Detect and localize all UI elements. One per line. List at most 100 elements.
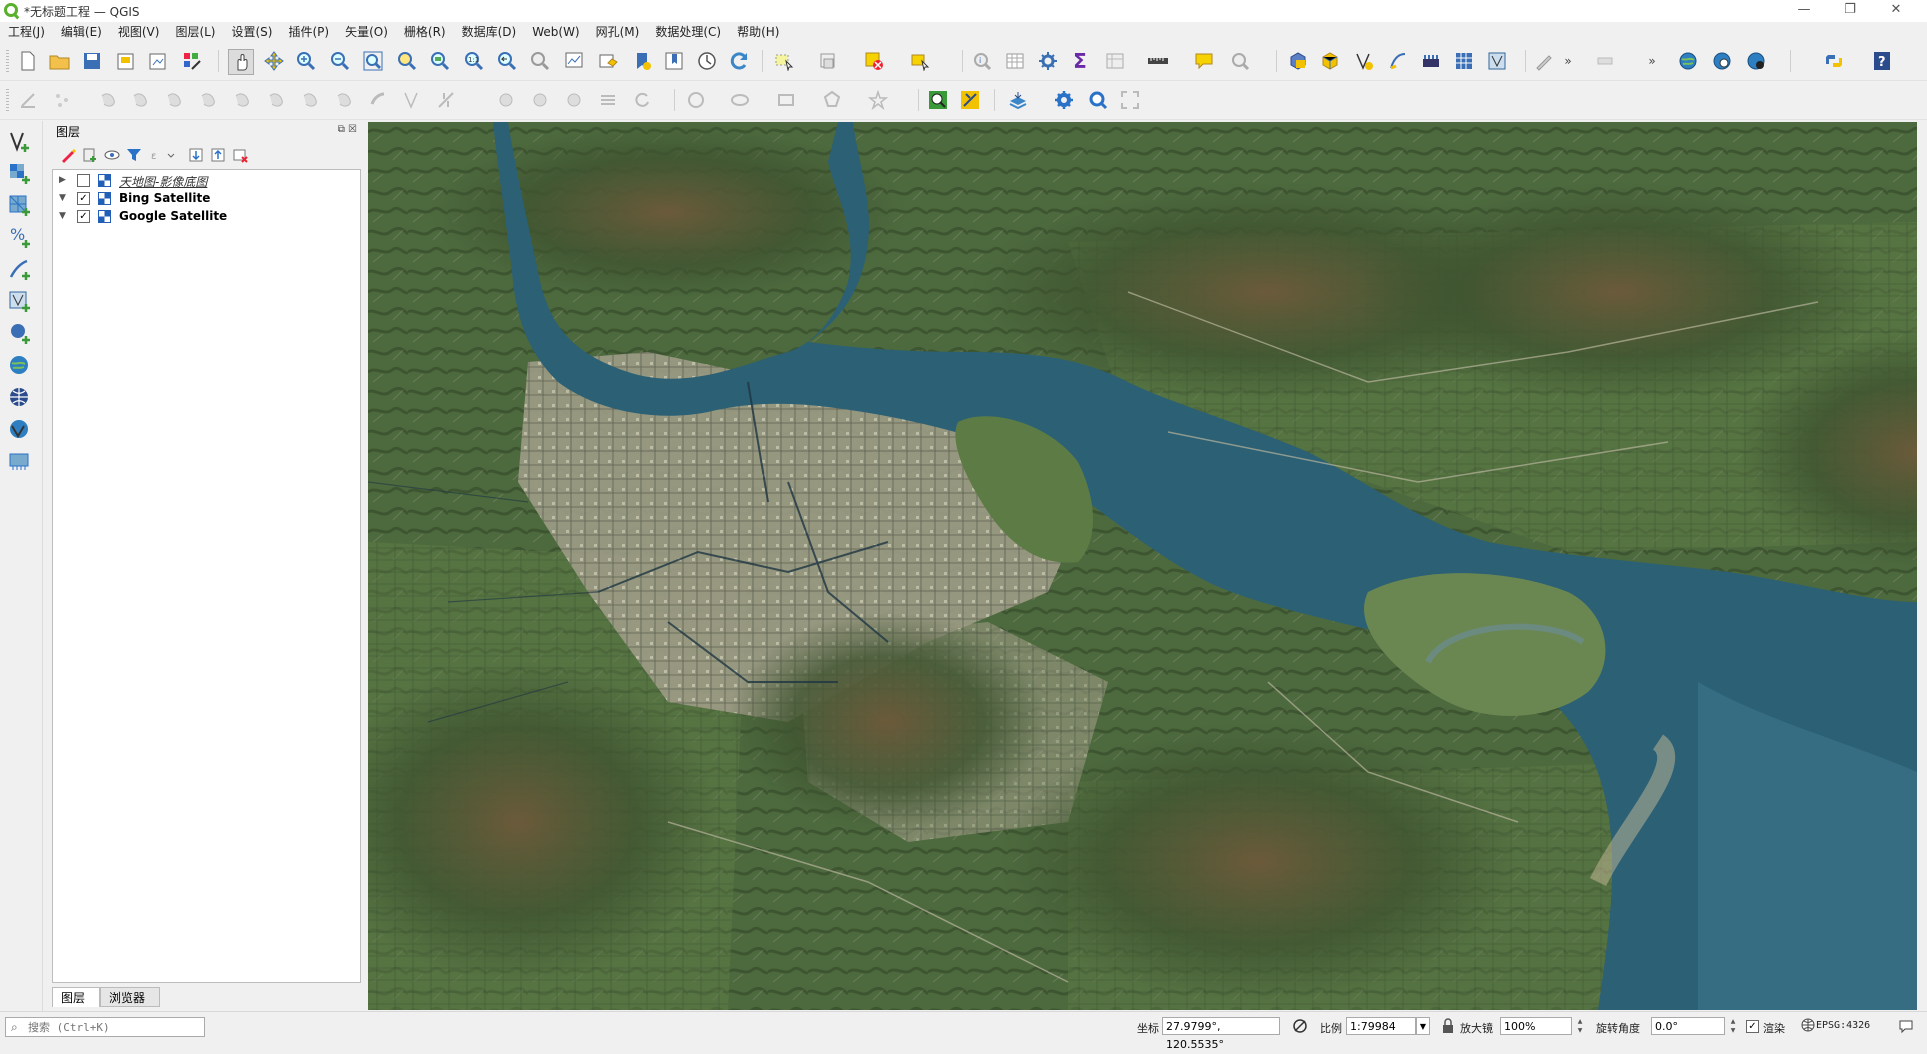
menu-processing[interactable]: 数据处理(C) — [647, 22, 729, 42]
layer-name[interactable]: Bing Satellite — [119, 191, 210, 205]
add-regular-polygon-icon[interactable] — [820, 88, 844, 112]
filter-legend-icon[interactable] — [124, 145, 144, 165]
layer-name[interactable]: Google Satellite — [119, 209, 227, 223]
zoom-next-icon[interactable] — [528, 49, 552, 73]
menu-mesh[interactable]: 网孔(M) — [588, 22, 648, 42]
cut-features-icon[interactable] — [196, 88, 220, 112]
scale-dropdown-icon[interactable]: ▼ — [1416, 1017, 1430, 1035]
menu-project[interactable]: 工程(J) — [0, 22, 53, 42]
menu-help[interactable]: 帮助(H) — [729, 22, 787, 42]
collapse-all-icon[interactable] — [208, 145, 228, 165]
quickmapservices-icon[interactable] — [1676, 49, 1700, 73]
new-geopackage-icon[interactable] — [1485, 49, 1509, 73]
zoom-out-icon[interactable] — [328, 49, 352, 73]
layer-tree[interactable]: ▶ 天地图-影像底图 ▼ ✓ Bing Satellite ▼ ✓ Google… — [52, 169, 361, 983]
add-vector-layer-icon[interactable] — [6, 129, 34, 155]
add-ring-icon[interactable] — [596, 88, 620, 112]
new-3d-map-view-icon[interactable] — [596, 49, 620, 73]
toggle-editing-icon[interactable] — [16, 88, 40, 112]
fullscreen-icon[interactable] — [1118, 88, 1142, 112]
add-raster-layer-icon[interactable] — [6, 161, 34, 187]
restore-button[interactable]: ❐ — [1827, 0, 1873, 22]
menu-layer[interactable]: 图层(L) — [167, 22, 223, 42]
add-group-icon[interactable] — [80, 145, 100, 165]
remove-layer-icon[interactable] — [230, 145, 250, 165]
scale-field[interactable]: 1:79984 — [1346, 1017, 1416, 1035]
crs-globe-icon[interactable] — [1801, 1018, 1815, 1036]
layer-visibility-checkbox[interactable] — [77, 174, 90, 187]
plugin-box-icon[interactable] — [1318, 49, 1342, 73]
magnifier-field[interactable]: 100% — [1500, 1017, 1572, 1035]
simplify-icon[interactable] — [562, 88, 586, 112]
delete-selected-icon[interactable] — [162, 88, 186, 112]
locator-search[interactable]: ⌕ — [5, 1017, 205, 1037]
add-wfs-layer-icon[interactable] — [6, 385, 34, 411]
measure-line-icon[interactable] — [1146, 49, 1170, 73]
zoom-full-icon[interactable] — [361, 49, 385, 73]
add-star-icon[interactable] — [866, 88, 890, 112]
expand-all-icon[interactable] — [186, 145, 206, 165]
globe-settings-icon[interactable] — [1744, 49, 1768, 73]
open-layer-styling-icon[interactable] — [58, 145, 78, 165]
menu-web[interactable]: Web(W) — [524, 22, 587, 42]
pan-map-icon[interactable] — [228, 49, 254, 75]
layout-manager-icon[interactable] — [146, 49, 170, 73]
close-panel-icon[interactable]: ☒ — [348, 124, 357, 135]
python-console-icon[interactable] — [1822, 49, 1846, 73]
tab-layers[interactable]: 图层 — [52, 987, 100, 1007]
zoom-last-icon[interactable] — [495, 49, 519, 73]
float-panel-icon[interactable]: ⧉ — [338, 124, 345, 135]
split-features-icon[interactable] — [434, 88, 458, 112]
layer-row[interactable]: ▶ 天地图-影像底图 — [53, 172, 353, 190]
messages-icon[interactable] — [1898, 1018, 1914, 1038]
expand-arrow-icon[interactable]: ▼ — [59, 193, 66, 203]
zoom-native-icon[interactable]: 1:1 — [462, 49, 486, 73]
close-button[interactable]: ✕ — [1873, 0, 1919, 22]
open-project-icon[interactable] — [48, 49, 72, 73]
expand-arrow-icon[interactable]: ▶ — [59, 175, 66, 185]
select-features-icon[interactable] — [772, 49, 796, 73]
map-canvas[interactable] — [368, 122, 1917, 1010]
coordinate-field[interactable]: 27.9799°, 120.5535° — [1162, 1017, 1280, 1051]
add-gpx-layer-icon[interactable] — [6, 257, 34, 283]
toolbar-overflow-icon[interactable]: » — [1556, 49, 1580, 73]
rotation-field[interactable]: 0.0° — [1651, 1017, 1725, 1035]
menu-edit[interactable]: 编辑(E) — [53, 22, 110, 42]
manage-map-themes-icon[interactable] — [102, 145, 122, 165]
select-by-location-icon[interactable] — [908, 49, 932, 73]
offset-curve-icon[interactable] — [400, 88, 424, 112]
toggle-extents-icon[interactable] — [1292, 1018, 1308, 1038]
layer-visibility-checkbox[interactable]: ✓ — [77, 192, 90, 205]
identify-features-icon[interactable]: i — [970, 49, 994, 73]
add-delimited-text-icon[interactable]: % — [6, 225, 34, 251]
attribute-table-icon[interactable] — [1003, 49, 1027, 73]
add-feature-icon[interactable] — [50, 88, 74, 112]
open-field-calculator-icon[interactable] — [1103, 49, 1127, 73]
style-manager-icon[interactable] — [180, 49, 204, 73]
magnifier-search-icon[interactable] — [1086, 88, 1110, 112]
filter-by-expression-icon[interactable]: ε — [148, 145, 178, 165]
lock-scale-icon[interactable] — [1441, 1018, 1455, 1038]
add-wms-layer-icon[interactable] — [6, 353, 34, 379]
add-ellipse-icon[interactable] — [728, 88, 752, 112]
show-bookmarks-icon[interactable] — [662, 49, 686, 73]
add-virtual-layer-icon[interactable] — [6, 449, 34, 475]
search-input[interactable] — [26, 1019, 200, 1035]
add-rectangle-icon[interactable] — [774, 88, 798, 112]
select-by-value-icon[interactable] — [816, 49, 840, 73]
add-mesh-layer-icon[interactable] — [6, 193, 34, 219]
globe-search-icon[interactable] — [1710, 49, 1734, 73]
menu-raster[interactable]: 栅格(R) — [396, 22, 454, 42]
label-tool-icon[interactable] — [1593, 49, 1617, 73]
rotate-point-icon[interactable] — [528, 88, 552, 112]
statistical-summary-icon[interactable]: Σ — [1068, 49, 1092, 73]
map-tips-icon[interactable] — [1192, 49, 1216, 73]
new-bookmark-icon[interactable] — [630, 49, 654, 73]
new-print-layout-icon[interactable] — [114, 49, 138, 73]
new-virtual-layer-icon[interactable] — [1386, 49, 1410, 73]
new-map-view-icon[interactable] — [562, 49, 586, 73]
zoom-in-icon[interactable] — [294, 49, 318, 73]
redo-icon[interactable] — [332, 88, 356, 112]
new-vector-layer-icon[interactable] — [1352, 49, 1376, 73]
layer-visibility-checkbox[interactable]: ✓ — [77, 210, 90, 223]
